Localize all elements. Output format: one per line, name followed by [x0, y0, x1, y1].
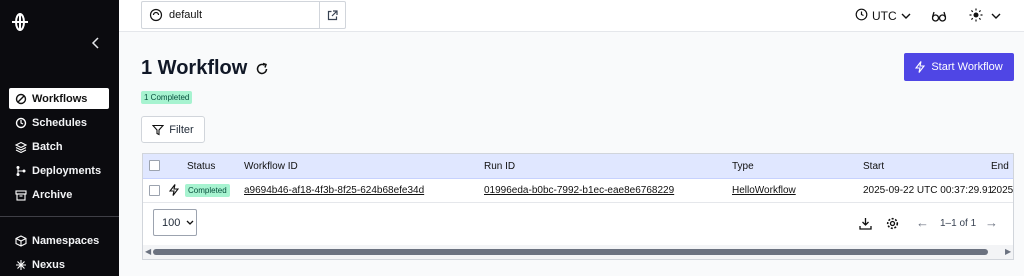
start-time: 2025-09-22 UTC 00:37:29.91 [863, 185, 994, 196]
column-header-start[interactable]: Start [863, 161, 884, 172]
top-bar: default UTC [119, 0, 1024, 32]
page-info: 1–1 of 1 [940, 218, 977, 229]
deployments-icon [15, 165, 27, 177]
sidebar-item-deployments[interactable]: Deployments [9, 160, 109, 181]
sidebar-item-label: Deployments [32, 164, 102, 177]
sidebar-bottom-nav: Namespaces Nexus [9, 230, 109, 276]
chevron-down-icon [991, 9, 1001, 23]
table-row[interactable]: Completed a9694b46-af18-4f3b-8f25-624b68… [143, 179, 1014, 203]
sidebar-divider [0, 216, 119, 217]
sidebar-item-label: Nexus [32, 258, 66, 271]
batch-icon [15, 141, 27, 153]
start-workflow-button[interactable]: Start Workflow [904, 53, 1014, 81]
workflows-icon [15, 93, 27, 105]
completed-count-badge[interactable]: 1 Completed [141, 91, 193, 104]
sidebar-item-schedules[interactable]: Schedules [9, 112, 109, 133]
gear-icon[interactable] [886, 217, 899, 230]
namespace-value: default [169, 9, 203, 21]
archive-icon [15, 189, 27, 201]
end-time: 2025- [991, 185, 1014, 196]
glasses-icon[interactable] [931, 8, 947, 24]
clock-icon [855, 8, 868, 24]
sidebar-item-label: Archive [32, 188, 73, 201]
column-header-workflow-id[interactable]: Workflow ID [244, 161, 298, 172]
previous-page-icon[interactable]: ← [916, 215, 929, 230]
theme-select[interactable] [969, 7, 1001, 25]
bolt-icon [915, 61, 926, 73]
namespaces-icon [15, 234, 27, 247]
timezone-select[interactable]: UTC [855, 7, 911, 25]
workflows-table: Status Workflow ID Run ID Type Start End… [142, 153, 1014, 260]
page-title: 1 Workflow [141, 57, 248, 79]
nexus-icon [15, 259, 27, 271]
sidebar-item-label: Workflows [32, 92, 88, 105]
sidebar-item-nexus[interactable]: Nexus [9, 254, 109, 275]
status-badge: Completed [185, 184, 230, 197]
chevron-left-icon[interactable] [91, 37, 103, 51]
column-header-type[interactable]: Type [732, 161, 754, 172]
pagination-bar: 100 ← 1–1 of 1 → [143, 203, 1013, 245]
select-all-checkbox[interactable] [149, 160, 160, 171]
workflow-id-link[interactable]: a9694b46-af18-4f3b-8f25-624b68efe34d [244, 185, 424, 196]
sidebar-item-batch[interactable]: Batch [9, 136, 109, 157]
sidebar-item-archive[interactable]: Archive [9, 184, 109, 205]
sun-icon [969, 8, 983, 25]
chevron-down-icon [901, 9, 911, 23]
filter-label: Filter [169, 123, 194, 136]
temporal-logo-icon[interactable] [10, 12, 30, 32]
sidebar-item-label: Batch [32, 140, 63, 153]
sidebar-nav: Workflows Schedules Batch Deployments Ar… [9, 88, 109, 208]
sidebar-item-namespaces[interactable]: Namespaces [9, 230, 109, 251]
per-page-select[interactable]: 100 [153, 209, 197, 236]
timezone-value: UTC [872, 9, 897, 23]
scroll-right-icon[interactable]: ▶ [1005, 247, 1011, 256]
refresh-icon[interactable] [255, 62, 269, 76]
run-id-link[interactable]: 01996eda-b0bc-7992-b1ec-eae8e6768229 [484, 185, 674, 196]
next-page-icon[interactable]: → [985, 215, 998, 230]
filter-button[interactable]: Filter [141, 116, 205, 143]
bolt-icon [168, 184, 180, 199]
schedules-icon [15, 117, 27, 129]
filter-icon [152, 124, 165, 136]
sidebar: Workflows Schedules Batch Deployments Ar… [0, 0, 119, 276]
start-workflow-label: Start Workflow [931, 61, 1003, 73]
scroll-left-icon[interactable]: ◀ [145, 247, 151, 256]
table-header: Status Workflow ID Run ID Type Start End [143, 154, 1013, 179]
sidebar-item-workflows[interactable]: Workflows [9, 88, 109, 109]
column-header-status[interactable]: Status [187, 161, 215, 172]
workflow-type-link[interactable]: HelloWorkflow [732, 185, 796, 196]
namespace-icon [149, 8, 163, 22]
row-checkbox[interactable] [149, 185, 160, 196]
namespace-select[interactable]: default [141, 1, 346, 29]
horizontal-scrollbar[interactable]: ◀ ▶ [143, 245, 1013, 259]
download-icon[interactable] [859, 217, 872, 230]
column-header-end[interactable]: End [991, 161, 1009, 172]
chevron-down-icon [186, 218, 194, 228]
column-header-run-id[interactable]: Run ID [484, 161, 515, 172]
sidebar-item-label: Schedules [32, 116, 88, 129]
scrollbar-thumb[interactable] [153, 249, 988, 255]
per-page-value: 100 [162, 216, 181, 229]
sidebar-item-label: Namespaces [32, 234, 100, 247]
external-link-icon[interactable] [319, 2, 345, 28]
